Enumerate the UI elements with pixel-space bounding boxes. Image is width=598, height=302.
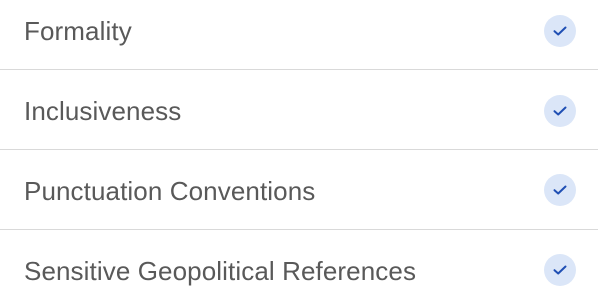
checkmark-icon[interactable] bbox=[544, 95, 576, 127]
item-label: Punctuation Conventions bbox=[24, 176, 316, 206]
settings-checklist: Formality Inclusiveness Punctuation Conv… bbox=[0, 0, 598, 302]
list-item-punctuation-conventions[interactable]: Punctuation Conventions bbox=[0, 150, 598, 230]
checkmark-icon[interactable] bbox=[544, 15, 576, 47]
list-item-formality[interactable]: Formality bbox=[0, 0, 598, 70]
list-item-inclusiveness[interactable]: Inclusiveness bbox=[0, 70, 598, 150]
item-label: Sensitive Geopolitical References bbox=[24, 256, 417, 286]
item-label: Formality bbox=[24, 16, 132, 46]
checkmark-icon[interactable] bbox=[544, 174, 576, 206]
item-label: Inclusiveness bbox=[24, 96, 182, 126]
checkmark-icon[interactable] bbox=[544, 254, 576, 286]
list-item-sensitive-geopolitical-references[interactable]: Sensitive Geopolitical References bbox=[0, 230, 598, 302]
